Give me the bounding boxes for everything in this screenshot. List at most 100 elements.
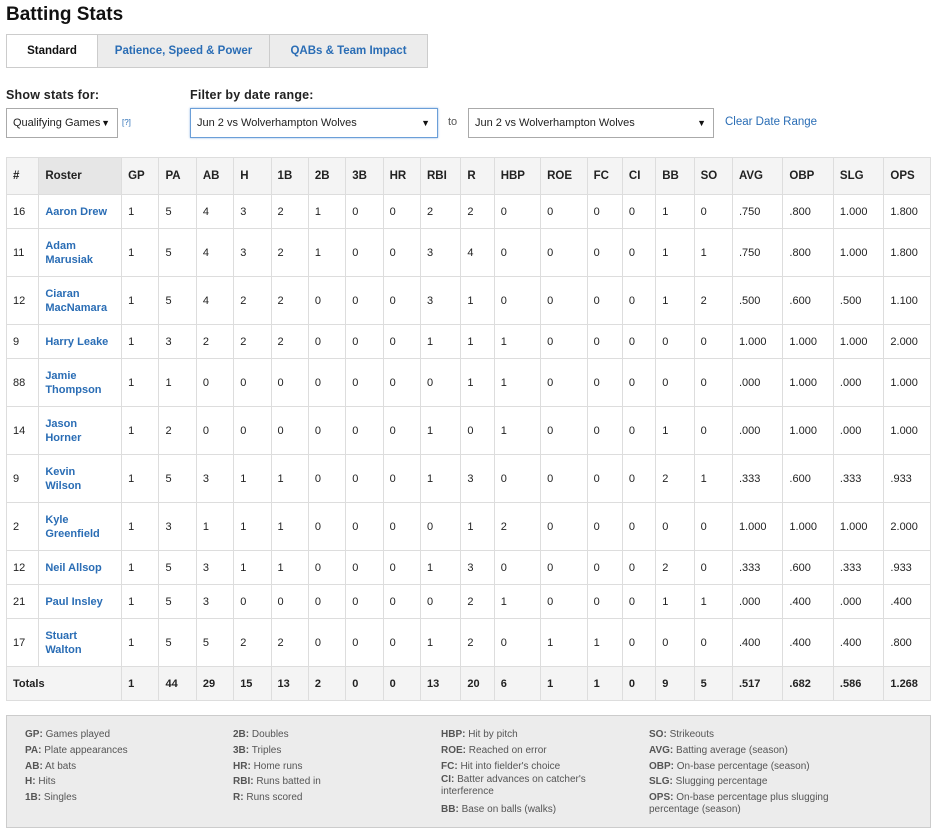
column-header[interactable]: ROE: [540, 157, 588, 195]
stat-cell: 1: [419, 406, 462, 455]
totals-stat-cell: 1: [586, 666, 623, 701]
column-header[interactable]: HBP: [493, 157, 542, 195]
player-name-link[interactable]: Ciaran MacNamara: [38, 276, 123, 325]
column-header[interactable]: SO: [693, 157, 733, 195]
totals-stat-cell: 29: [195, 666, 235, 701]
stat-cell: 5: [158, 276, 197, 325]
stat-cell: 2: [270, 618, 309, 667]
date-from-value: Jun 2 vs Wolverhampton Wolves: [197, 117, 357, 129]
column-header[interactable]: FC: [586, 157, 623, 195]
stat-cell: 0: [621, 228, 657, 277]
stat-cell: 0: [307, 454, 347, 503]
stat-cell: 1: [693, 454, 733, 503]
column-header[interactable]: HR: [382, 157, 421, 195]
to-label: to: [448, 116, 458, 128]
column-header[interactable]: CI: [621, 157, 657, 195]
player-name-link[interactable]: Stuart Walton: [38, 618, 123, 667]
stat-cell: .000: [731, 358, 784, 407]
player-name-link[interactable]: Kyle Greenfield: [38, 502, 123, 551]
games-select[interactable]: Qualifying Games ▼: [6, 108, 118, 138]
stat-cell: .400: [782, 584, 834, 619]
stat-cell: 0: [307, 584, 347, 619]
legend-desc: Doubles: [251, 729, 289, 740]
totals-stat-cell: 6: [493, 666, 542, 701]
table-row: 11 Adam Marusiak 1 5 4 3 2 1 0 0 3 4 0 0 0 0 1 1.750.800 1.…: [5, 228, 931, 277]
stat-cell: 5: [158, 228, 197, 277]
column-header[interactable]: Roster: [38, 157, 123, 195]
column-header[interactable]: BB: [655, 157, 695, 195]
column-header[interactable]: AB: [195, 157, 235, 195]
table-row: 14 Jason Horner 1 2 0 0 0 0 0 0 1 0 1 0 0 0 1 0.000 1.000.0…: [5, 406, 931, 455]
totals-stat-cell: 9: [655, 666, 695, 701]
date-to-select[interactable]: Jun 2 vs Wolverhampton Wolves ▼: [468, 108, 714, 138]
stat-cell: 0: [382, 276, 421, 325]
stat-cell: .800: [883, 618, 931, 667]
player-name-link[interactable]: Harry Leake: [38, 324, 123, 359]
stat-cell: 0: [540, 454, 588, 503]
stat-cell: 2: [693, 276, 733, 325]
page-title: Batting Stats: [6, 4, 124, 25]
stat-cell: 1: [655, 406, 695, 455]
player-name-link[interactable]: Kevin Wilson: [38, 454, 123, 503]
column-header[interactable]: RBI: [419, 157, 462, 195]
legend-abbr: HR:: [233, 760, 251, 772]
stat-cell: 4: [195, 228, 235, 277]
legend-item: RBI: Runs batted in: [233, 774, 423, 790]
stat-cell: .400: [782, 618, 834, 667]
player-name-link[interactable]: Adam Marusiak: [38, 228, 123, 277]
column-header[interactable]: #: [5, 157, 40, 195]
stat-cell: 0: [540, 584, 588, 619]
help-link[interactable]: [?]: [122, 118, 131, 127]
legend-item: 3B: Triples: [233, 743, 423, 759]
stat-cell: 0: [621, 324, 657, 359]
stat-cell: 0: [382, 584, 421, 619]
column-header[interactable]: 3B: [345, 157, 384, 195]
stat-cell: 0: [655, 502, 695, 551]
player-name-part: Harry Leake: [45, 335, 109, 348]
column-header[interactable]: AVG: [731, 157, 784, 195]
stat-cell: 0: [233, 584, 272, 619]
legend-desc: Hit into fielder's choice: [460, 760, 561, 772]
tab-patience-speed-power[interactable]: Patience, Speed & Power: [97, 35, 269, 67]
column-header[interactable]: 2B: [307, 157, 347, 195]
stat-cell: 2: [233, 276, 272, 325]
legend-abbr: PA:: [25, 744, 42, 756]
column-header[interactable]: OBP: [782, 157, 834, 195]
player-name-link[interactable]: Neil Allsop: [38, 550, 123, 585]
stat-cell: 1: [307, 194, 347, 229]
player-name-link[interactable]: Jamie Thompson: [38, 358, 123, 407]
stat-cell: 5: [158, 550, 197, 585]
stat-cell: 0: [586, 454, 623, 503]
stat-cell: .600: [782, 454, 834, 503]
stat-cell: 0: [345, 502, 384, 551]
stat-cell: 0: [621, 406, 657, 455]
legend-item: GP: Games played: [25, 727, 215, 743]
stat-cell: .000: [731, 406, 784, 455]
column-header[interactable]: OPS: [883, 157, 931, 195]
stat-cell: 0: [493, 618, 542, 667]
player-name-link[interactable]: Aaron Drew: [38, 194, 123, 229]
tab-standard[interactable]: Standard: [7, 35, 97, 67]
column-header[interactable]: R: [460, 157, 495, 195]
stat-cell: 0: [460, 406, 495, 455]
stat-cell: 1: [121, 584, 160, 619]
column-header[interactable]: SLG: [832, 157, 885, 195]
stat-cell: 1: [121, 276, 160, 325]
stat-cell: 5: [158, 584, 197, 619]
legend-item: FC: Hit into fielder's choice: [441, 759, 631, 775]
stats-tabs: Standard Patience, Speed & Power QABs & …: [6, 34, 428, 68]
chevron-down-icon: ▼: [421, 118, 430, 128]
tab-qabs-team-impact[interactable]: QABs & Team Impact: [269, 35, 427, 67]
column-header[interactable]: 1B: [270, 157, 309, 195]
player-name-link[interactable]: Jason Horner: [38, 406, 123, 455]
player-name-link[interactable]: Paul Insley: [38, 584, 123, 619]
stat-cell: 0: [419, 584, 462, 619]
column-header[interactable]: H: [233, 157, 272, 195]
column-header[interactable]: PA: [158, 157, 197, 195]
table-row: 88 Jamie Thompson 1 1 0 0 0 0 0 0 0 1 1 0 0 0 0 0.000 1.000…: [5, 358, 931, 407]
stat-cell: 0: [540, 550, 588, 585]
column-header[interactable]: GP: [121, 157, 160, 195]
clear-date-range-link[interactable]: Clear Date Range: [725, 116, 817, 128]
date-from-select[interactable]: Jun 2 vs Wolverhampton Wolves ▼: [190, 108, 438, 138]
stat-cell: 2: [460, 584, 495, 619]
